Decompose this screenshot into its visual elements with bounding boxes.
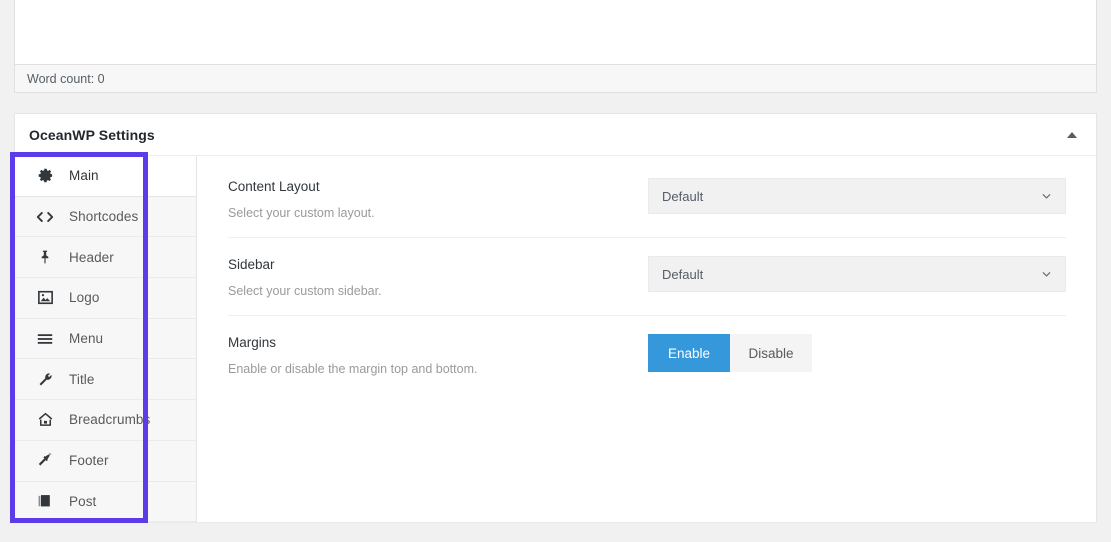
sidebar-item-label: Title [69,372,95,387]
sidebar-item-post[interactable]: Post [15,482,196,523]
margins-toggle-group: Enable Disable [648,334,1066,372]
triangle-up-glyph [1067,132,1077,138]
chevron-down-icon [1040,268,1053,281]
margins-enable-button[interactable]: Enable [648,334,730,372]
sidebar-item-label: Menu [69,331,103,346]
settings-tabs-sidebar: Main Shortcodes Header [15,156,197,522]
setting-label-group: Sidebar Select your custom sidebar. [228,256,648,298]
triangle-up-icon[interactable] [1062,125,1082,145]
hamburger-icon [35,329,55,349]
sidebar-item-label: Footer [69,453,109,468]
home-icon [35,410,55,430]
sidebar-item-logo[interactable]: Logo [15,278,196,319]
code-icon [35,207,55,227]
pin-icon [35,247,55,267]
panel-body: Main Shortcodes Header [15,156,1096,522]
content-layout-select[interactable]: Default [648,178,1066,214]
panel-header: OceanWP Settings [15,114,1096,156]
sidebar-item-header[interactable]: Header [15,237,196,278]
word-count-bar: Word count: 0 [15,64,1096,92]
image-icon [35,288,55,308]
sidebar-item-label: Main [69,168,99,183]
sidebar-item-title[interactable]: Title [15,359,196,400]
word-count-label: Word count: 0 [27,72,105,86]
setting-title: Sidebar [228,257,648,272]
setting-row-margins: Margins Enable or disable the margin top… [228,334,1066,393]
setting-control-group: Default [648,178,1066,214]
chevron-down-icon [1040,190,1053,203]
sidebar-item-breadcrumbs[interactable]: Breadcrumbs [15,400,196,441]
setting-description: Select your custom layout. [228,206,648,220]
settings-content-pane: Content Layout Select your custom layout… [197,156,1096,522]
select-value: Default [662,267,703,282]
book-icon [35,491,55,511]
sidebar-item-main[interactable]: Main [15,156,196,197]
sidebar-item-menu[interactable]: Menu [15,319,196,360]
setting-label-group: Content Layout Select your custom layout… [228,178,648,220]
setting-description: Select your custom sidebar. [228,284,648,298]
select-value: Default [662,189,703,204]
setting-control-group: Enable Disable [648,334,1066,372]
setting-row-content-layout: Content Layout Select your custom layout… [228,178,1066,238]
sidebar-select[interactable]: Default [648,256,1066,292]
wrench-icon [35,369,55,389]
setting-row-sidebar: Sidebar Select your custom sidebar. Defa… [228,256,1066,316]
setting-control-group: Default [648,256,1066,292]
margins-disable-button[interactable]: Disable [730,334,812,372]
sidebar-item-footer[interactable]: Footer [15,441,196,482]
post-editor-area: Word count: 0 [14,0,1097,93]
sidebar-item-label: Header [69,250,114,265]
setting-title: Margins [228,335,648,350]
setting-label-group: Margins Enable or disable the margin top… [228,334,648,376]
sidebar-item-label: Breadcrumbs [69,412,150,427]
sidebar-item-label: Logo [69,290,99,305]
gear-icon [35,166,55,186]
page-title: OceanWP Settings [29,127,155,143]
editor-content-canvas[interactable] [15,0,1096,60]
setting-title: Content Layout [228,179,648,194]
hammer-icon [35,451,55,471]
sidebar-item-label: Shortcodes [69,209,138,224]
sidebar-item-label: Post [69,494,96,509]
sidebar-item-shortcodes[interactable]: Shortcodes [15,197,196,238]
setting-description: Enable or disable the margin top and bot… [228,362,648,376]
oceanwp-settings-panel: OceanWP Settings Main [14,113,1097,522]
